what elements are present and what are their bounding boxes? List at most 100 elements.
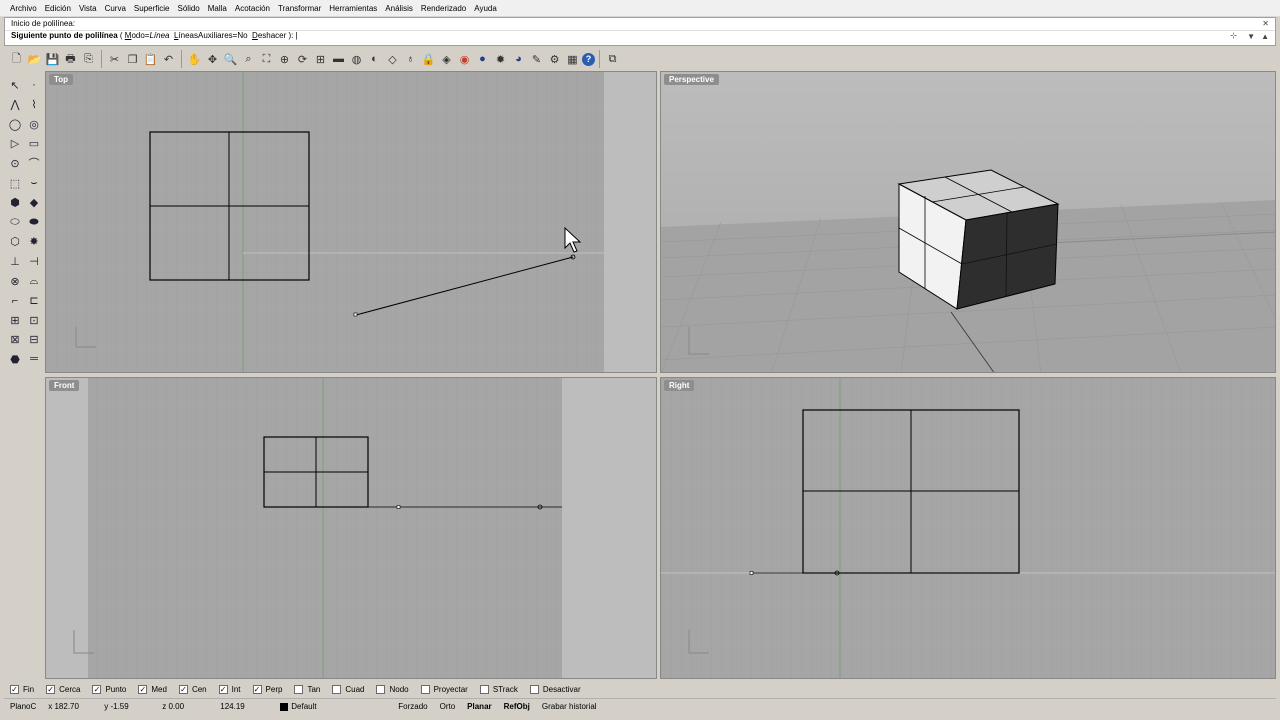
new-icon[interactable]: 🗋	[8, 51, 25, 68]
render-icon[interactable]: ◍	[348, 51, 365, 68]
osnap-cen[interactable]: ✓ Cen	[178, 685, 207, 694]
dimension-icon[interactable]: ═	[26, 351, 42, 367]
viewport-top[interactable]: Top	[45, 71, 657, 373]
polygon-icon[interactable]: ▷	[7, 136, 23, 152]
layer-panel[interactable]: Default	[274, 702, 392, 711]
menu-8[interactable]: Transformar	[274, 4, 325, 13]
menu-12[interactable]: Ayuda	[470, 4, 501, 13]
option-undo-rest[interactable]: eshacer	[258, 31, 286, 40]
osnap-checkbox[interactable]: ✓	[252, 685, 262, 694]
viewport-label-right[interactable]: Right	[664, 380, 695, 391]
lock-icon[interactable]: 🔒	[420, 51, 437, 68]
mirror-icon[interactable]: ⊟	[26, 332, 42, 348]
scale-icon[interactable]: ⊡	[26, 312, 42, 328]
brush-icon[interactable]: ✎	[528, 51, 545, 68]
osnap-checkbox[interactable]: ✓	[138, 685, 148, 694]
viewport-right[interactable]: Right	[660, 377, 1276, 679]
menu-1[interactable]: Edición	[41, 4, 75, 13]
osnap-punto[interactable]: ✓ Punto	[92, 685, 126, 694]
polyline-icon[interactable]: ⋀	[7, 97, 23, 113]
osnap-checkbox[interactable]	[479, 685, 489, 694]
osnap-checkbox[interactable]	[420, 685, 430, 694]
option-mode-rest[interactable]: odo=	[131, 31, 149, 40]
menu-4[interactable]: Superficie	[130, 4, 174, 13]
blue-sphere-icon[interactable]: ◕	[510, 51, 527, 68]
record-history-toggle[interactable]: Grabar historial	[536, 702, 603, 711]
menu-9[interactable]: Herramientas	[325, 4, 381, 13]
scroll-down-icon[interactable]: ▼	[1247, 32, 1255, 41]
osnap-perp[interactable]: ✓ Perp	[252, 685, 282, 694]
osnap-checkbox[interactable]: ✓	[92, 685, 102, 694]
box-solid-icon[interactable]: ⬢	[7, 195, 23, 211]
osnap-checkbox[interactable]: ✓	[46, 685, 56, 694]
camera-icon[interactable]: ⧉	[604, 51, 621, 68]
osnap-int[interactable]: ✓ Int	[218, 685, 241, 694]
trim-icon[interactable]: ⊥	[7, 253, 23, 269]
mesh-icon[interactable]: ⬡	[7, 234, 23, 250]
settings-icon[interactable]: ⚙	[546, 51, 563, 68]
forzado-toggle[interactable]: Forzado	[392, 702, 433, 711]
zoom-window-icon[interactable]: ⌕	[240, 51, 257, 68]
scroll-up-icon[interactable]: ▲	[1261, 32, 1269, 41]
sphere-icon[interactable]: ●	[474, 51, 491, 68]
split-icon[interactable]: ⊣	[26, 253, 42, 269]
pin-icon[interactable]: ⊹	[1230, 31, 1237, 40]
pan-hand-icon[interactable]: ✋	[186, 51, 203, 68]
menu-6[interactable]: Malla	[204, 4, 231, 13]
gear-sphere-icon[interactable]: ✹	[492, 51, 509, 68]
osnap-checkbox[interactable]	[529, 685, 539, 694]
help-icon[interactable]: ?	[582, 52, 595, 66]
menu-0[interactable]: Archivo	[6, 4, 41, 13]
fillet-icon[interactable]: ⊗	[7, 273, 23, 289]
osnap-checkbox[interactable]	[294, 685, 304, 694]
chamfer-icon[interactable]: ⌓	[26, 273, 42, 289]
viewport-label-top[interactable]: Top	[49, 74, 74, 85]
surface-icon[interactable]: ⬚	[7, 175, 23, 191]
point-icon[interactable]: ◇	[384, 51, 401, 68]
osnap-cerca[interactable]: ✓ Cerca	[46, 685, 80, 694]
viewport-perspective[interactable]: Perspective	[660, 71, 1276, 373]
open-icon[interactable]: 📂	[26, 51, 43, 68]
material-icon[interactable]: ◈	[438, 51, 455, 68]
menu-7[interactable]: Acotación	[231, 4, 274, 13]
extrude-icon[interactable]: ⬬	[26, 214, 42, 230]
osnap-checkbox[interactable]: ✓	[178, 685, 188, 694]
shade-icon[interactable]: ◐	[366, 51, 383, 68]
curve-points-icon[interactable]: ⌇	[26, 97, 42, 113]
menu-5[interactable]: Sólido	[174, 4, 204, 13]
array-icon[interactable]: ⊠	[7, 332, 23, 348]
extend-icon[interactable]: ⊏	[26, 293, 42, 309]
command-prompt[interactable]: Siguiente punto de polilínea ( Modo=Líne…	[11, 31, 1211, 40]
circle-center-icon[interactable]: ⊙	[7, 155, 23, 171]
menu-3[interactable]: Curva	[101, 4, 130, 13]
car-icon[interactable]: ▬	[330, 51, 347, 68]
osnap-checkbox[interactable]: ✓	[218, 685, 228, 694]
select-arrow-icon[interactable]: ↖	[7, 77, 23, 93]
light-icon[interactable]: ♁	[402, 51, 419, 68]
copy-icon[interactable]: ❐	[124, 51, 141, 68]
rectangle-icon[interactable]: ▭	[26, 136, 42, 152]
option-lines-rest[interactable]: íneasAuxiliares=No	[178, 31, 247, 40]
circle-icon[interactable]: ◯	[7, 116, 23, 132]
offset-icon[interactable]: ⌐	[7, 293, 23, 309]
undo-icon[interactable]: ↶	[160, 51, 177, 68]
explode-icon[interactable]: ✸	[26, 234, 42, 250]
viewport-front[interactable]: Front	[45, 377, 657, 679]
osnap-desactivar[interactable]: Desactivar	[529, 685, 581, 694]
grid-icon[interactable]: ▦	[564, 51, 581, 68]
osnap-checkbox[interactable]	[376, 685, 386, 694]
viewport-label-perspective[interactable]: Perspective	[664, 74, 719, 85]
rotate-view-icon[interactable]: ⟳	[294, 51, 311, 68]
four-views-icon[interactable]: ⊞	[312, 51, 329, 68]
point-dot-icon[interactable]: ·	[26, 77, 42, 93]
join-icon[interactable]: ⊞	[7, 312, 23, 328]
viewport-label-front[interactable]: Front	[49, 380, 80, 391]
zoom-selected-icon[interactable]: ⊕	[276, 51, 293, 68]
osnap-checkbox[interactable]: ✓	[10, 685, 19, 694]
move-icon[interactable]: ✥	[204, 51, 221, 68]
print-icon[interactable]: 🖶	[62, 51, 79, 68]
box-shaded-icon[interactable]: ⬣	[7, 351, 23, 367]
option-mode-value[interactable]: Línea	[149, 31, 169, 40]
menu-11[interactable]: Renderizado	[417, 4, 470, 13]
cylinder-icon[interactable]: ⬭	[7, 214, 23, 230]
